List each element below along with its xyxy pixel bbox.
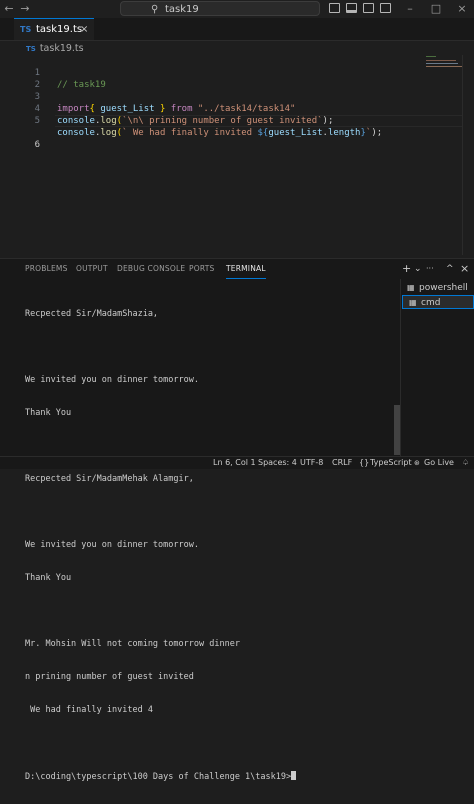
- identifier: console: [57, 128, 95, 138]
- tab-output[interactable]: OUTPUT: [76, 259, 108, 279]
- tab-debug-console[interactable]: DEBUG CONSOLE: [117, 259, 185, 279]
- code-line: 3 import{ guest_List } from "../task14/t…: [0, 79, 420, 114]
- minimap[interactable]: [424, 55, 462, 69]
- toggle-sidebar-icon[interactable]: [329, 3, 340, 13]
- terminal-prompt: D:\coding\typescript\100 Days of Challen…: [25, 772, 292, 782]
- maximize-icon[interactable]: □: [424, 0, 448, 18]
- arrow-right-icon[interactable]: →: [18, 0, 32, 18]
- code-line: 2: [0, 67, 420, 90]
- terminal-item-powershell[interactable]: ▦ powershell: [401, 281, 474, 295]
- terminal-line: Thank You: [25, 408, 72, 418]
- terminal-line: Thank You: [25, 573, 72, 583]
- indentation[interactable]: Spaces: 4: [258, 457, 297, 469]
- search-icon: ⚲: [151, 4, 159, 15]
- line-number: 6: [34, 140, 40, 150]
- close-window-icon[interactable]: ×: [450, 0, 474, 18]
- code-editor[interactable]: 1 // task19 2 3 import{ guest_List } fro…: [0, 55, 462, 255]
- terminal-icon: ▦: [407, 283, 415, 292]
- code-line: 1 // task19: [0, 55, 420, 90]
- tab-problems[interactable]: PROBLEMS: [25, 259, 68, 279]
- tab-terminal[interactable]: TERMINAL: [226, 259, 266, 279]
- terminal-prompt-line: D:\coding\typescript\100 Days of Challen…: [25, 771, 395, 782]
- language-braces-icon[interactable]: {}: [359, 457, 369, 469]
- tab-task19[interactable]: TS task19.ts ×: [14, 18, 94, 40]
- code-line-current: 6: [0, 115, 462, 150]
- typescript-file-icon: TS: [20, 25, 32, 34]
- terminal-line: Recpected Sir/MadamMehak Alamgir,: [25, 474, 194, 484]
- toggle-panel-icon[interactable]: [346, 3, 357, 13]
- terminal-cursor: [291, 771, 297, 780]
- string: ` We had finally invited: [122, 128, 258, 138]
- more-actions-icon[interactable]: ···: [426, 259, 434, 279]
- breadcrumb[interactable]: TS task19.ts: [26, 42, 84, 55]
- arrow-left-icon[interactable]: ←: [2, 0, 16, 18]
- terminal-item-label: cmd: [421, 298, 441, 308]
- terminal-output[interactable]: Recpected Sir/MadamShazia, We invited yo…: [25, 287, 395, 804]
- minimize-icon[interactable]: –: [398, 0, 422, 18]
- code-line: 4 console.log(`\n\ prining number of gue…: [0, 91, 420, 126]
- cursor-position[interactable]: Ln 6, Col 1: [213, 457, 256, 469]
- close-tab-icon[interactable]: ×: [80, 19, 88, 40]
- function-name: log: [100, 128, 117, 138]
- new-terminal-icon[interactable]: +: [402, 259, 411, 279]
- encoding[interactable]: UTF-8: [300, 457, 323, 469]
- broadcast-icon: ⊛: [414, 459, 420, 467]
- close-panel-icon[interactable]: ×: [460, 259, 469, 279]
- status-bar: Ln 6, Col 1 Spaces: 4 UTF-8 CRLF {} Type…: [0, 456, 474, 469]
- title-bar: ← → ⚲ task19 – □ ×: [0, 0, 474, 19]
- identifier: guest_List: [268, 128, 323, 138]
- editor-scrollbar[interactable]: [462, 55, 474, 255]
- typescript-file-icon: TS: [26, 45, 36, 53]
- terminal-line: We invited you on dinner tomorrow.: [25, 375, 199, 385]
- breadcrumb-file[interactable]: task19.ts: [40, 43, 84, 54]
- maximize-panel-icon[interactable]: ^: [446, 259, 454, 279]
- command-center-search[interactable]: ⚲ task19: [120, 1, 320, 16]
- editor-tab-bar: TS task19.ts ×: [0, 18, 474, 41]
- terminal-line: We invited you on dinner tomorrow.: [25, 540, 199, 550]
- bottom-panel: PROBLEMS OUTPUT DEBUG CONSOLE PORTS TERM…: [0, 258, 474, 782]
- terminal-item-cmd[interactable]: ▦ cmd: [402, 295, 474, 309]
- customize-layout-icon[interactable]: [380, 3, 391, 13]
- language-mode[interactable]: TypeScript: [370, 457, 412, 469]
- terminal-icon: ▦: [409, 298, 417, 307]
- property: length: [327, 128, 361, 138]
- terminal-list: ▦ powershell ▦ cmd: [401, 279, 474, 457]
- terminal-line: n prining number of guest invited: [25, 672, 194, 682]
- template-open: ${: [257, 128, 269, 138]
- line-ending[interactable]: CRLF: [332, 457, 352, 469]
- terminal-item-label: powershell: [419, 283, 468, 293]
- terminal-line: Mr. Mohsin Will not coming tomorrow dinn…: [25, 639, 240, 649]
- tab-label: task19.ts: [36, 24, 83, 35]
- bell-icon[interactable]: ♤: [462, 457, 469, 469]
- punctuation: );: [371, 128, 383, 138]
- toggle-secondary-sidebar-icon[interactable]: [363, 3, 374, 13]
- chevron-down-icon[interactable]: ⌄: [414, 259, 422, 279]
- panel-tabs: PROBLEMS OUTPUT DEBUG CONSOLE PORTS TERM…: [0, 259, 400, 279]
- go-live-button[interactable]: Go Live: [424, 457, 454, 469]
- search-text: task19: [165, 4, 199, 15]
- tab-ports[interactable]: PORTS: [189, 259, 214, 279]
- terminal-line: Recpected Sir/MadamShazia,: [25, 309, 159, 319]
- terminal-line: We had finally invited 4: [25, 705, 153, 715]
- code-line: 5 console.log(` We had finally invited $…: [0, 103, 420, 138]
